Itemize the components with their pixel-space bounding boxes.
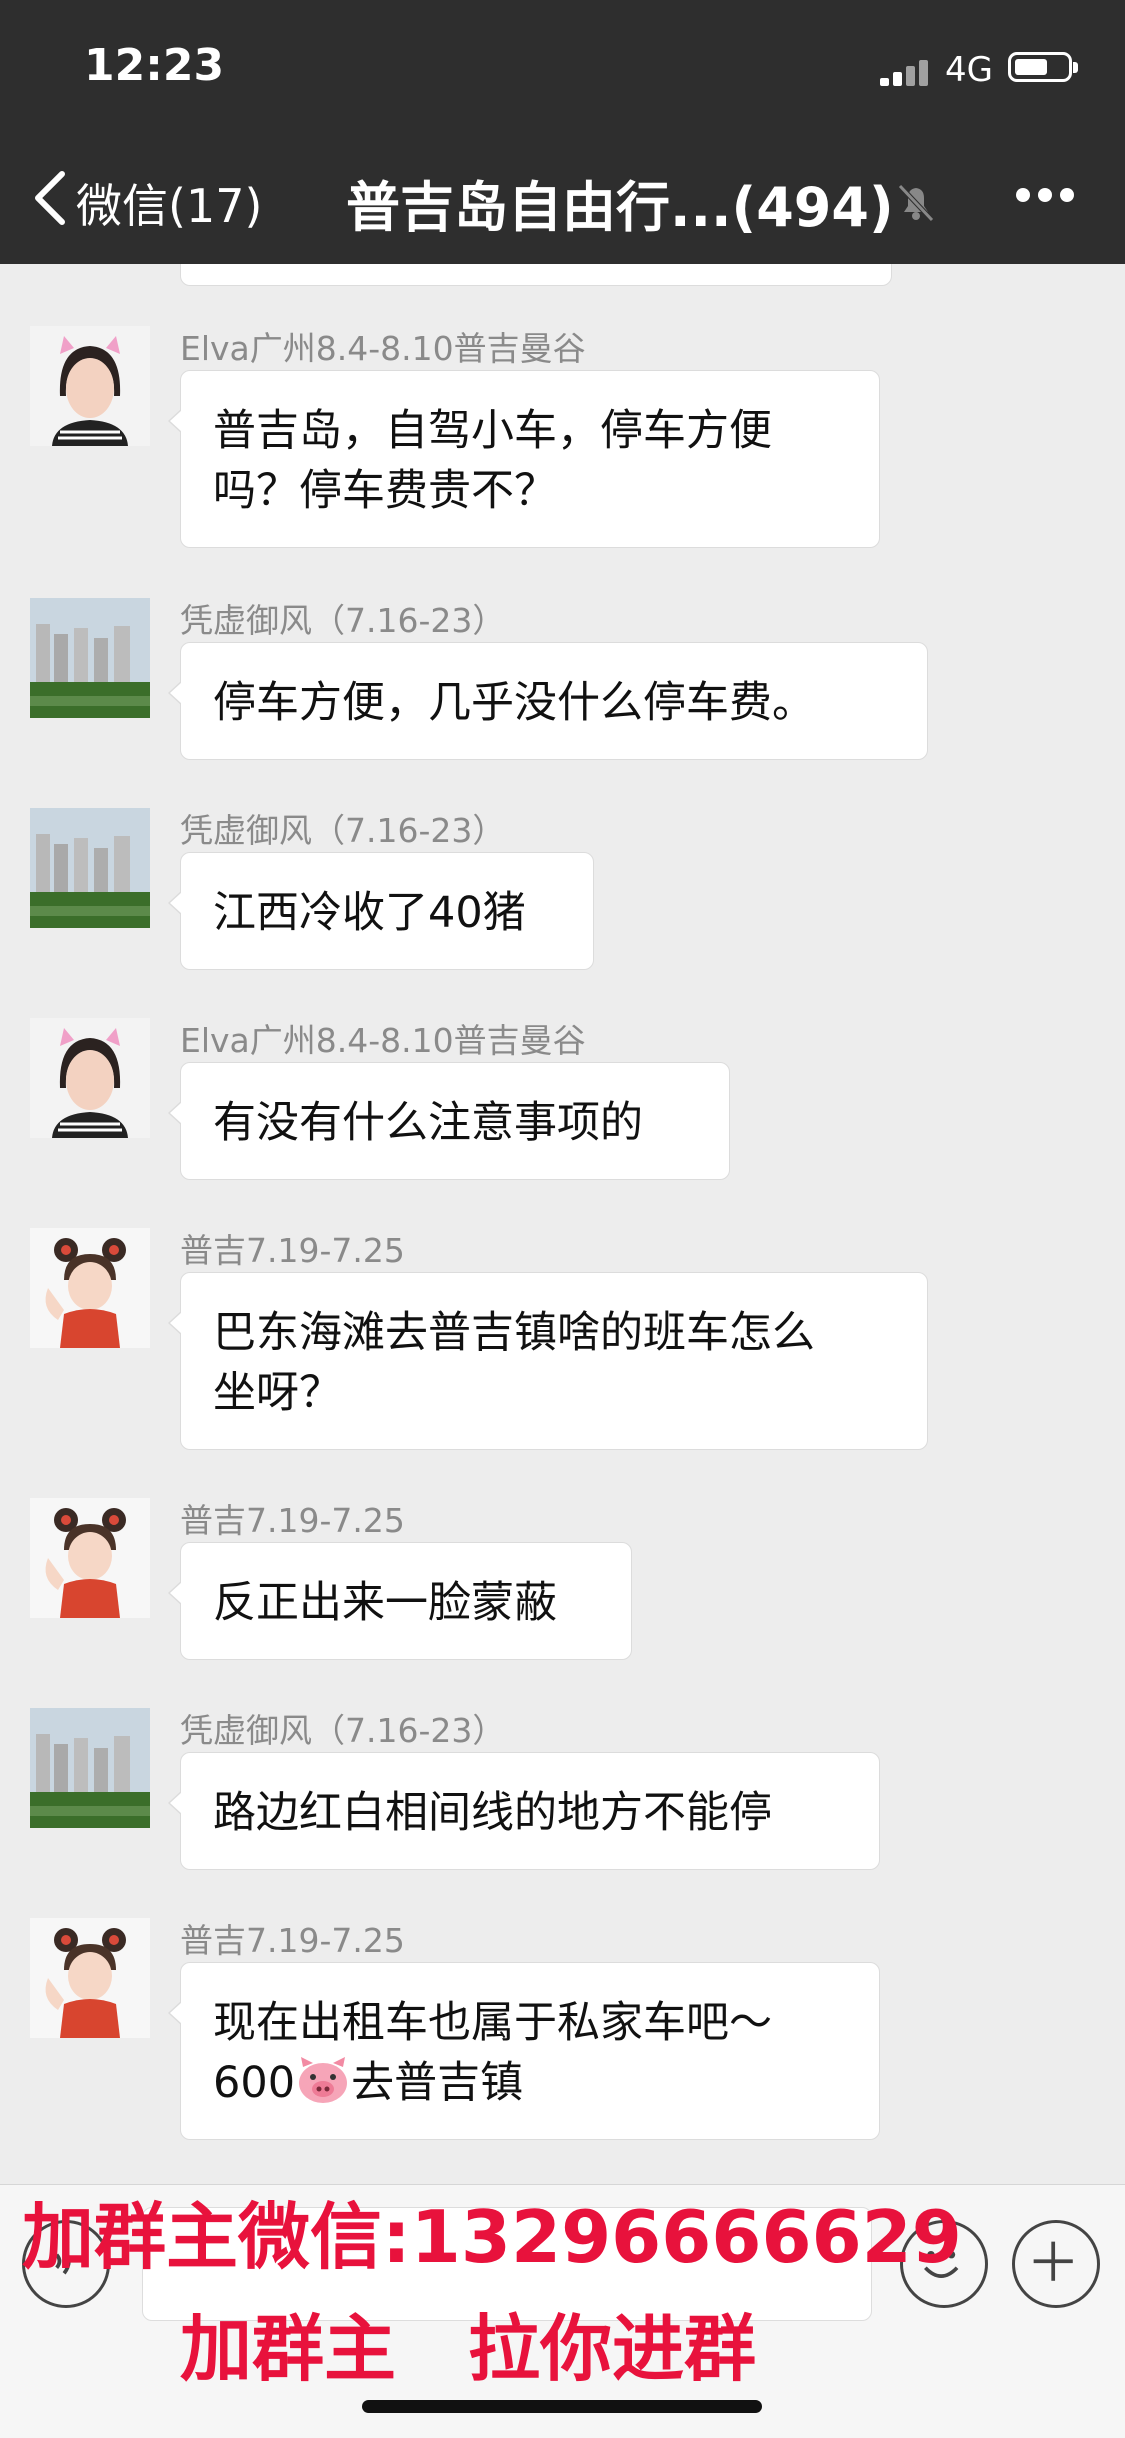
back-chevron-icon[interactable] — [28, 168, 74, 228]
message-text: 去普吉镇 — [351, 2058, 524, 2108]
message-list[interactable]: Elva广州8.4-8.10普吉曼谷 普吉岛，自驾小车，停车方便 吗？停车费贵不… — [0, 264, 1125, 2184]
pig-face-icon — [299, 2057, 348, 2103]
avatar[interactable] — [30, 1228, 150, 1348]
more-icon[interactable] — [1016, 187, 1082, 206]
sender-name: 凭虚御风（7.16-23） — [180, 811, 506, 850]
message-bubble[interactable]: 有没有什么注意事项的 — [168, 1062, 730, 1180]
avatar[interactable] — [30, 598, 150, 718]
sender-name: Elva广州8.4-8.10普吉曼谷 — [180, 1021, 586, 1060]
message-bubble[interactable]: 现在出租车也属于私家车吧～ 600 去普吉镇 — [168, 1962, 880, 2140]
avatar[interactable] — [30, 1918, 150, 2038]
avatar-city-buildings-icon — [30, 598, 150, 718]
message-line: 现在出租车也属于私家车吧～ — [213, 1998, 772, 2048]
promo-watermark-line1: 加群主微信:13296666629 — [22, 2195, 962, 2279]
mute-bell-icon — [898, 184, 934, 222]
plus-icon[interactable] — [1012, 2220, 1100, 2308]
signal-icon — [880, 58, 932, 86]
chat-title: 普吉岛自由行...(494) — [346, 176, 894, 239]
avatar-woman-cat-ears-icon — [30, 1018, 150, 1138]
message-line: 600 去普吉镇 — [213, 2053, 847, 2113]
sender-name: Elva广州8.4-8.10普吉曼谷 — [180, 329, 586, 368]
battery-icon — [1008, 52, 1078, 82]
sender-name: 凭虚御风（7.16-23） — [180, 1711, 506, 1750]
sender-name: 普吉7.19-7.25 — [180, 1231, 405, 1270]
avatar[interactable] — [30, 808, 150, 928]
back-button-label[interactable]: 微信(17) — [76, 170, 262, 236]
avatar[interactable] — [30, 1018, 150, 1138]
avatar-woman-cat-ears-icon — [30, 326, 150, 446]
avatar-child-bear-ears-icon — [30, 1498, 150, 1618]
previous-message-bubble — [180, 264, 892, 286]
message-text: 600 — [213, 2058, 296, 2108]
message-bubble[interactable]: 巴东海滩去普吉镇啥的班车怎么 坐呀？ — [168, 1272, 928, 1450]
avatar-child-bear-ears-icon — [30, 1228, 150, 1348]
sender-name: 普吉7.19-7.25 — [180, 1921, 405, 1960]
sender-name: 普吉7.19-7.25 — [180, 1501, 405, 1540]
avatar-city-buildings-icon — [30, 1708, 150, 1828]
network-type: 4G — [945, 50, 993, 90]
avatar[interactable] — [30, 326, 150, 446]
message-bubble[interactable]: 普吉岛，自驾小车，停车方便 吗？停车费贵不？ — [168, 370, 880, 548]
avatar-city-buildings-icon — [30, 808, 150, 928]
message-bubble[interactable]: 停车方便，几乎没什么停车费。 — [168, 642, 928, 760]
avatar[interactable] — [30, 1708, 150, 1828]
message-bubble[interactable]: 江西冷收了40猪 — [168, 852, 594, 970]
home-indicator[interactable] — [362, 2400, 762, 2413]
avatar[interactable] — [30, 1498, 150, 1618]
message-bubble[interactable]: 反正出来一脸蒙蔽 — [168, 1542, 632, 1660]
message-bubble[interactable]: 路边红白相间线的地方不能停 — [168, 1752, 880, 1870]
promo-watermark-line2: 加群主 拉你进群 — [180, 2307, 757, 2391]
sender-name: 凭虚御风（7.16-23） — [180, 601, 506, 640]
nav-header: 12:23 4G 微信(17) 普吉岛自由行...(494) — [0, 0, 1125, 264]
avatar-child-bear-ears-icon — [30, 1918, 150, 2038]
status-time: 12:23 — [84, 40, 225, 91]
